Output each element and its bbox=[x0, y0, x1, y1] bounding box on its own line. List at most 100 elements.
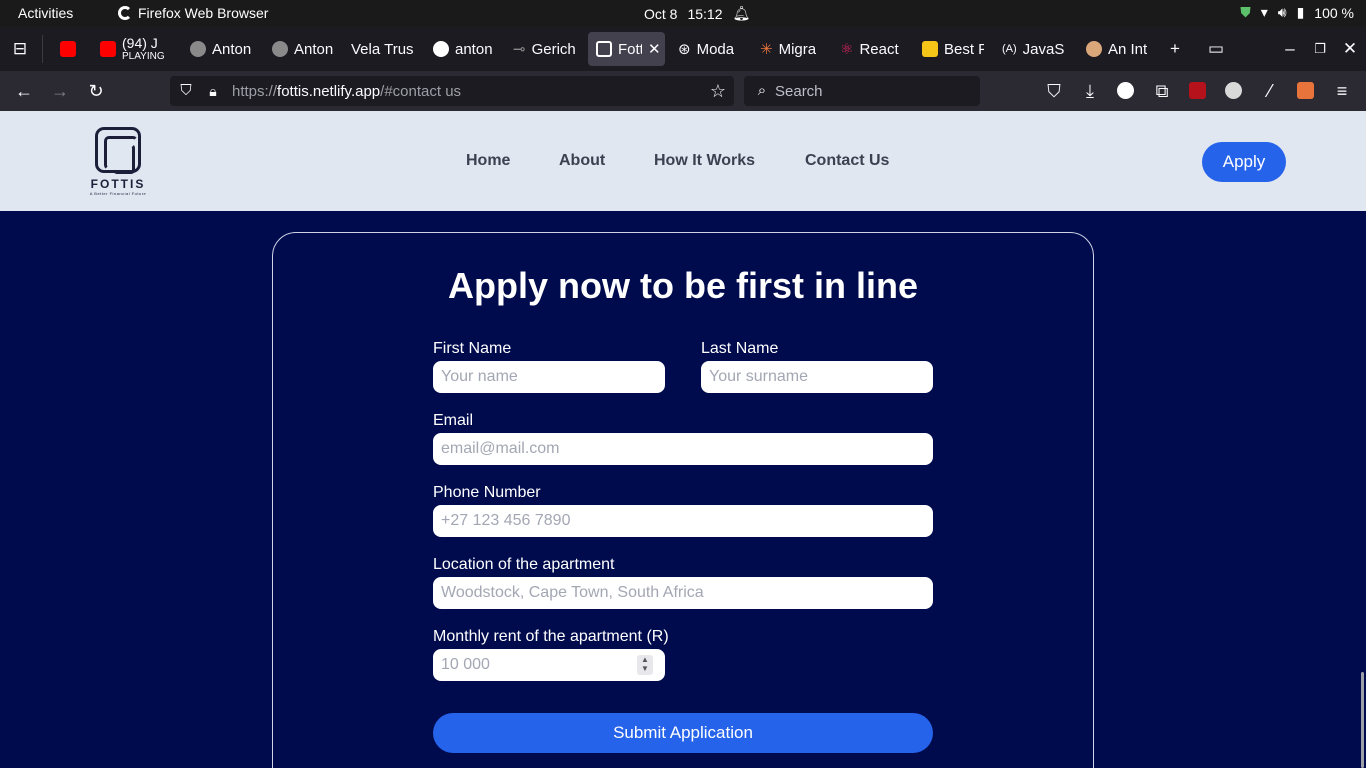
tab-item[interactable]: ⊛ Moda bbox=[670, 32, 740, 66]
firefox-icon bbox=[118, 6, 132, 20]
battery-icon: ▮ bbox=[1296, 4, 1305, 20]
tab-item[interactable]: An Int bbox=[1078, 32, 1148, 66]
forward-icon[interactable]: → bbox=[50, 81, 70, 101]
close-window-icon[interactable]: ✕ bbox=[1341, 40, 1359, 58]
back-icon[interactable]: ← bbox=[14, 81, 34, 101]
extension-icon[interactable] bbox=[1297, 82, 1314, 99]
location-label: Location of the apartment bbox=[433, 556, 615, 573]
logo-word: FOTTIS bbox=[90, 177, 146, 191]
close-tab-icon[interactable]: ✕ bbox=[648, 40, 661, 58]
rent-field[interactable] bbox=[433, 649, 665, 681]
nav-contact-us[interactable]: Contact Us bbox=[805, 152, 889, 170]
battery-label: 100 % bbox=[1314, 4, 1354, 21]
app-menu[interactable]: Firefox Web Browser bbox=[118, 5, 268, 21]
openai-icon: ⊛ bbox=[678, 41, 691, 58]
logo-tagline: A Better Financial Future bbox=[89, 191, 147, 196]
sparkle-icon: ✳ bbox=[760, 41, 773, 58]
tab-item[interactable]: Vela Trus bbox=[343, 32, 417, 66]
search-bar[interactable]: ⌕ Search bbox=[744, 76, 980, 106]
bookmark-star-icon[interactable]: ☆ bbox=[708, 81, 728, 101]
astro-icon: (A) bbox=[1002, 43, 1017, 55]
nav-about[interactable]: About bbox=[559, 152, 605, 170]
shield-icon[interactable]: ⛉ bbox=[176, 81, 196, 101]
tab-label: Vela Trus bbox=[351, 40, 414, 58]
tab-playing-label: PLAYING bbox=[122, 51, 165, 62]
last-name-field[interactable] bbox=[701, 361, 933, 393]
url-text[interactable]: https://fottis.netlify.app/#contact us bbox=[232, 83, 461, 100]
shield-icon: ⛊ bbox=[1240, 4, 1251, 20]
minimize-icon[interactable]: – bbox=[1281, 40, 1299, 58]
tab-item[interactable]: anton bbox=[425, 32, 495, 66]
time-label: 15:12 bbox=[687, 5, 723, 22]
tab-item[interactable]: Anton bbox=[182, 32, 252, 66]
location-field[interactable] bbox=[433, 577, 933, 609]
phone-field[interactable] bbox=[433, 505, 933, 537]
color-picker-icon[interactable]: ⁄ bbox=[1260, 81, 1280, 101]
tab-item[interactable]: Anton bbox=[264, 32, 334, 66]
tab-overview-icon[interactable]: ▭ bbox=[1207, 40, 1225, 58]
tab-strip: ⊟ (94) J PLAYING Anton Anton Vela Trus an… bbox=[0, 27, 1366, 71]
navigation-toolbar: ← → ↻ ⛉ 🔒︎ https://fottis.netlify.app/#c… bbox=[0, 71, 1366, 111]
tab-item[interactable]: Best F bbox=[914, 32, 984, 66]
firefox-view-icon[interactable]: ⊟ bbox=[11, 40, 29, 58]
date-label: Oct 8 bbox=[644, 5, 678, 22]
link-icon: ⊸ bbox=[513, 41, 526, 58]
bookmark-site-icon bbox=[922, 41, 938, 57]
react-icon: ⚛ bbox=[840, 41, 854, 58]
url-domain: fottis.netlify.app bbox=[277, 83, 381, 100]
tab-label: Migra bbox=[778, 40, 817, 58]
nav-how-it-works[interactable]: How It Works bbox=[654, 152, 755, 170]
activities-button[interactable]: Activities bbox=[18, 5, 73, 21]
extensions-icon[interactable]: ⧉ bbox=[1152, 81, 1172, 101]
tab-label: An Int bbox=[1108, 40, 1148, 58]
form-title: Apply now to be first in line bbox=[447, 265, 918, 306]
tab-label: anton bbox=[455, 40, 493, 58]
avatar-icon bbox=[190, 41, 206, 57]
tab-label: Fotti bbox=[618, 40, 642, 58]
maximize-icon[interactable]: ❐ bbox=[1311, 40, 1329, 58]
clock[interactable]: Oct 8 15:12 🔔︎ bbox=[644, 5, 750, 22]
email-label: Email bbox=[433, 412, 474, 429]
extension-icon[interactable] bbox=[1225, 82, 1242, 99]
tab-item[interactable]: ⊸ Gerich bbox=[505, 32, 575, 66]
number-stepper-icon[interactable]: ▲ ▼ bbox=[637, 655, 653, 675]
site-logo[interactable]: FOTTIS A Better Financial Future bbox=[82, 127, 154, 197]
ublock-icon[interactable] bbox=[1189, 82, 1206, 99]
tab-label: Anton bbox=[294, 40, 334, 58]
tab-item[interactable]: (A) JavaS bbox=[994, 32, 1064, 66]
tab-item[interactable]: ⚛ React bbox=[832, 32, 902, 66]
submit-application-button[interactable]: Submit Application bbox=[433, 713, 933, 753]
tab-active[interactable]: Fotti ✕ bbox=[588, 32, 665, 66]
email-field[interactable] bbox=[433, 433, 933, 465]
search-placeholder: Search bbox=[775, 83, 823, 100]
menu-icon[interactable]: ≡ bbox=[1332, 81, 1352, 101]
reload-icon[interactable]: ↻ bbox=[86, 81, 106, 101]
url-bar[interactable]: ⛉ 🔒︎ https://fottis.netlify.app/#contact… bbox=[170, 76, 734, 106]
site-header: FOTTIS A Better Financial Future Home Ab… bbox=[0, 111, 1366, 211]
account-icon[interactable] bbox=[1117, 82, 1134, 99]
tab-label: Moda bbox=[696, 40, 735, 58]
apply-button[interactable]: Apply bbox=[1202, 142, 1286, 182]
youtube-icon bbox=[60, 41, 76, 57]
avatar-icon bbox=[1086, 41, 1102, 57]
new-tab-icon[interactable]: + bbox=[1166, 40, 1184, 58]
app-name: Firefox Web Browser bbox=[138, 5, 269, 21]
first-name-field[interactable] bbox=[433, 361, 665, 393]
page-scrollbar[interactable] bbox=[1361, 672, 1364, 768]
github-icon bbox=[433, 41, 449, 57]
tab-youtube[interactable]: (94) J PLAYING bbox=[52, 32, 170, 66]
tab-item[interactable]: ✳ Migra bbox=[752, 32, 822, 66]
downloads-icon[interactable]: ⤓ bbox=[1080, 81, 1100, 101]
rent-field-wrapper: ▲▼ bbox=[433, 649, 665, 681]
lock-icon[interactable]: 🔒︎ bbox=[203, 81, 223, 101]
wifi-icon: ▾ bbox=[1260, 4, 1268, 20]
tab-separator bbox=[42, 35, 43, 63]
system-tray[interactable]: ⛊ ▾ 🔊︎ ▮ 100 % bbox=[1240, 4, 1354, 21]
url-path: /#contact us bbox=[380, 83, 462, 100]
tab-label: Gerich bbox=[531, 40, 575, 58]
avatar-icon bbox=[272, 41, 288, 57]
tab-label: JavaS bbox=[1022, 40, 1064, 58]
fottis-logo-icon bbox=[95, 127, 141, 174]
nav-home[interactable]: Home bbox=[466, 152, 510, 170]
pocket-icon[interactable]: ⛉ bbox=[1044, 81, 1064, 101]
